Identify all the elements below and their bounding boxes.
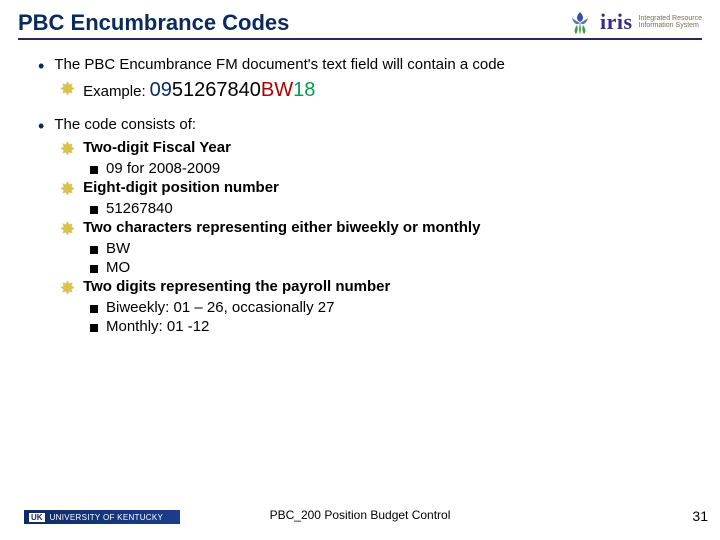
bullet-dot-icon: • xyxy=(38,57,44,75)
square-bullet-icon xyxy=(90,324,98,332)
bullet-1-text: The PBC Encumbrance FM document's text f… xyxy=(54,56,702,73)
square-item-text: BW xyxy=(106,240,130,257)
star-bullet-icon: ✸ xyxy=(60,220,75,238)
star-bullet-icon: ✸ xyxy=(60,80,75,98)
star-item-3: ✸ Two digits representing the payroll nu… xyxy=(60,278,702,297)
square-item-text: MO xyxy=(106,259,130,276)
code-position: 51267840 xyxy=(172,79,261,101)
square-item-text: Biweekly: 01 – 26, occasionally 27 xyxy=(106,299,334,316)
square-item: 51267840 xyxy=(90,200,702,217)
star-bullet-icon: ✸ xyxy=(60,279,75,297)
star-item-1-label: Eight-digit position number xyxy=(83,179,279,196)
bullet-dot-icon: • xyxy=(38,117,44,135)
star-item-3-label: Two digits representing the payroll numb… xyxy=(83,278,390,295)
iris-flower-icon xyxy=(566,8,594,36)
footer-center-text: PBC_200 Position Budget Control xyxy=(0,508,720,522)
star-item-2: ✸ Two characters representing either biw… xyxy=(60,219,702,238)
brand-tagline: Integrated Resource Information System xyxy=(639,15,702,30)
square-item-text: Monthly: 01 -12 xyxy=(106,318,209,335)
code-payroll: 18 xyxy=(293,79,315,101)
bullet-2-text: The code consists of: xyxy=(54,116,702,133)
example-code: 0951267840BW18 xyxy=(150,79,316,102)
square-bullet-icon xyxy=(90,246,98,254)
square-bullet-icon xyxy=(90,305,98,313)
square-item: Monthly: 01 -12 xyxy=(90,318,702,335)
brand-logo: iris Integrated Resource Information Sys… xyxy=(566,8,702,38)
square-bullet-icon xyxy=(90,166,98,174)
bullet-2: • The code consists of: xyxy=(38,116,702,135)
example-label: Example: xyxy=(83,83,146,100)
star-item-1: ✸ Eight-digit position number xyxy=(60,179,702,198)
page-title: PBC Encumbrance Codes xyxy=(18,10,289,38)
square-item: MO xyxy=(90,259,702,276)
square-item: 09 for 2008-2009 xyxy=(90,160,702,177)
slide-footer: UK UNIVERSITY OF KENTUCKY PBC_200 Positi… xyxy=(0,504,720,532)
square-item: Biweekly: 01 – 26, occasionally 27 xyxy=(90,299,702,316)
slide-content: • The PBC Encumbrance FM document's text… xyxy=(0,40,720,335)
square-item-text: 51267840 xyxy=(106,200,173,217)
star-bullet-icon: ✸ xyxy=(60,140,75,158)
star-item-2-label: Two characters representing either biwee… xyxy=(83,219,480,236)
example-line: Example: 0951267840BW18 xyxy=(83,79,315,102)
square-item-text: 09 for 2008-2009 xyxy=(106,160,220,177)
star-bullet-icon: ✸ xyxy=(60,180,75,198)
square-item: BW xyxy=(90,240,702,257)
star-item-0-label: Two-digit Fiscal Year xyxy=(83,139,231,156)
brand-name: iris xyxy=(600,9,633,35)
code-frequency: BW xyxy=(261,79,293,101)
bullet-1: • The PBC Encumbrance FM document's text… xyxy=(38,56,702,75)
code-fiscal-year: 09 xyxy=(150,79,172,101)
page-number: 31 xyxy=(692,508,708,524)
square-bullet-icon xyxy=(90,265,98,273)
example-row: ✸ Example: 0951267840BW18 xyxy=(60,79,702,102)
square-bullet-icon xyxy=(90,206,98,214)
star-item-0: ✸ Two-digit Fiscal Year xyxy=(60,139,702,158)
